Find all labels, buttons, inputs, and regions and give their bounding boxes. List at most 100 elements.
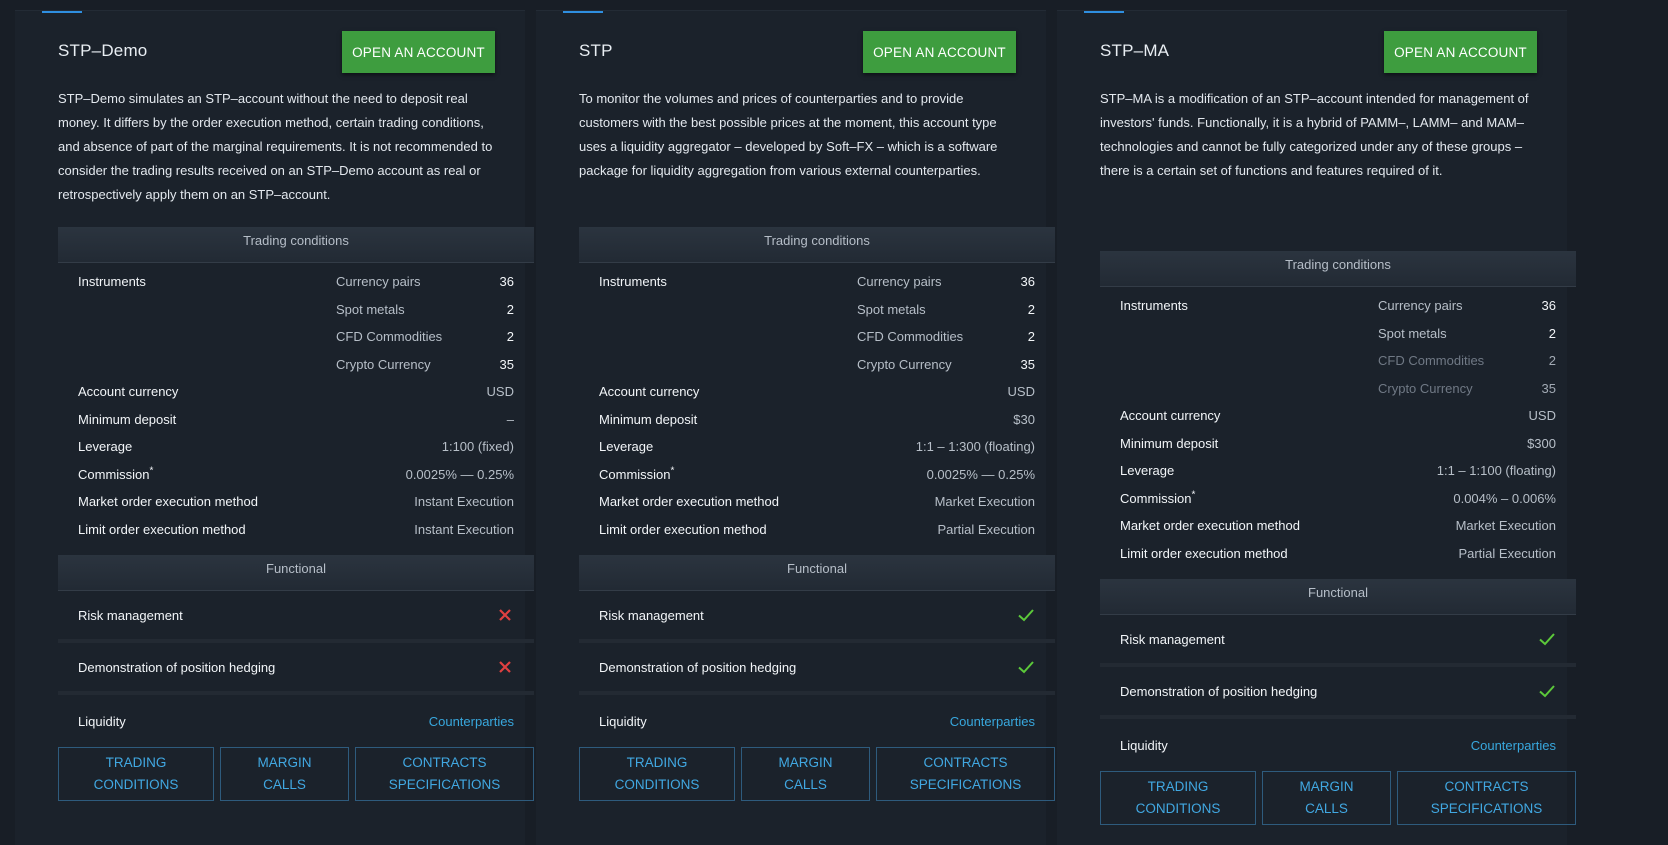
instrument-count: 36 (1541, 298, 1556, 313)
account-description: To monitor the volumes and prices of cou… (579, 91, 998, 178)
footnote-marker: * (670, 465, 675, 477)
condition-value: Partial Execution (937, 521, 1035, 537)
condition-value: $30 (1013, 411, 1035, 427)
condition-value: USD (1007, 384, 1035, 399)
instrument-count: 35 (1541, 380, 1556, 396)
condition-value: 0.0025% — 0.25% (926, 466, 1035, 482)
condition-value: – (506, 411, 514, 427)
instrument-name: CFD Commodities (1378, 353, 1485, 368)
contracts-specifications-button[interactable]: CONTRACTS SPECIFICATIONS (1397, 771, 1576, 825)
condition-row: Leverage 1:1 – 1:300 (floating) (599, 439, 1035, 467)
functional-row: Risk management (58, 591, 534, 643)
trading-conditions-button[interactable]: TRADING CONDITIONS (58, 747, 214, 801)
condition-row: Minimum deposit – (78, 412, 514, 440)
counterparties-link[interactable]: Counterparties (429, 714, 514, 729)
condition-value: 1:1 – 1:100 (floating) (1436, 463, 1556, 478)
condition-row: Minimum deposit $300 (1120, 436, 1556, 464)
card-footer-buttons: TRADING CONDITIONS MARGIN CALLS CONTRACTS S… (579, 747, 1055, 801)
trading-conditions-button[interactable]: TRADING CONDITIONS (1100, 771, 1256, 825)
open-account-button[interactable]: OPEN AN ACCOUNT (863, 31, 1016, 73)
account-description: STP–MA is a modification of an STP–accou… (1100, 91, 1529, 178)
condition-value: 1:100 (fixed) (441, 439, 514, 454)
instruments-label: Instruments (1120, 298, 1188, 313)
instrument-count: 2 (506, 329, 514, 344)
condition-value: 0.004% – 0.006% (1453, 490, 1556, 506)
condition-row: Account currency USD (599, 384, 1035, 412)
instrument-count: 2 (1027, 301, 1035, 317)
instrument-name: Crypto Currency (857, 356, 952, 372)
trading-conditions-header: Trading conditions (579, 227, 1055, 263)
footnote-marker: * (1191, 489, 1196, 501)
instrument-row: Crypto Currency 35 (1120, 381, 1556, 409)
cross-icon (496, 606, 514, 624)
condition-label: Commission* (78, 466, 336, 482)
card-footer-buttons: TRADING CONDITIONS MARGIN CALLS CONTRACTS S… (1100, 771, 1576, 825)
condition-label: Leverage (599, 439, 654, 454)
commission-label: Commission (599, 466, 671, 482)
card-footer-buttons: TRADING CONDITIONS MARGIN CALLS CONTRACTS S… (58, 747, 534, 801)
condition-value: 1:1 – 1:300 (floating) (915, 439, 1035, 454)
trading-conditions-list: Instruments Currency pairs 36 Spot metal… (1100, 287, 1576, 579)
condition-row: Market order execution method Instant Ex… (78, 494, 514, 522)
instrument-count: 36 (1020, 274, 1035, 289)
account-card: STP OPEN AN ACCOUNT To monitor the volum… (536, 10, 1055, 845)
trading-conditions-list: Instruments Currency pairs 36 Spot metal… (579, 263, 1055, 555)
instrument-row: Spot metals 2 (599, 302, 1035, 330)
contracts-specifications-button[interactable]: CONTRACTS SPECIFICATIONS (876, 747, 1055, 801)
condition-row: Account currency USD (78, 384, 514, 412)
functional-label: Demonstration of position hedging (599, 659, 797, 675)
condition-label: Commission* (1120, 489, 1378, 506)
check-icon (1017, 658, 1035, 676)
margin-calls-button[interactable]: MARGIN CALLS (1262, 771, 1391, 825)
account-card: STP–Demo OPEN AN ACCOUNT STP–Demo simula… (15, 10, 534, 845)
liquidity-label: Liquidity (1120, 737, 1168, 753)
commission-label: Commission (78, 466, 150, 482)
counterparties-link[interactable]: Counterparties (1471, 738, 1556, 753)
instrument-name: CFD Commodities (857, 329, 964, 344)
condition-row: Leverage 1:100 (fixed) (78, 439, 514, 467)
instrument-name: Crypto Currency (336, 356, 431, 372)
condition-label: Account currency (1120, 408, 1221, 423)
condition-value: Instant Execution (414, 494, 514, 509)
instrument-name: Spot metals (1378, 325, 1447, 341)
margin-calls-button[interactable]: MARGIN CALLS (220, 747, 349, 801)
instruments-label: Instruments (78, 274, 146, 289)
condition-label: Limit order execution method (1120, 545, 1288, 561)
instrument-row: Instruments Currency pairs 36 (599, 274, 1035, 302)
check-icon (1538, 682, 1556, 700)
account-card: STP–MA OPEN AN ACCOUNT STP–MA is a modif… (1057, 10, 1576, 845)
condition-row: Minimum deposit $30 (599, 412, 1035, 440)
condition-row: Commission* 0.0025% — 0.25% (599, 465, 1035, 495)
open-account-button[interactable]: OPEN AN ACCOUNT (342, 31, 495, 73)
trading-conditions-button[interactable]: TRADING CONDITIONS (579, 747, 735, 801)
contracts-specifications-button[interactable]: CONTRACTS SPECIFICATIONS (355, 747, 534, 801)
functional-label: Risk management (599, 607, 704, 623)
condition-label: Leverage (78, 439, 133, 454)
condition-value: $300 (1527, 435, 1556, 451)
open-account-button[interactable]: OPEN AN ACCOUNT (1384, 31, 1537, 73)
condition-value: Partial Execution (1458, 545, 1556, 561)
functional-row: Demonstration of position hedging (58, 643, 534, 695)
condition-value: Instant Execution (414, 521, 514, 537)
condition-label: Market order execution method (599, 494, 779, 509)
instrument-name: Spot metals (336, 301, 405, 317)
instrument-row: Instruments Currency pairs 36 (78, 274, 514, 302)
functional-label: Risk management (1120, 631, 1225, 647)
trading-conditions-list: Instruments Currency pairs 36 Spot metal… (58, 263, 534, 555)
instrument-name: Currency pairs (857, 274, 942, 289)
condition-label: Market order execution method (78, 494, 258, 509)
functional-row: Risk management (1100, 615, 1576, 667)
condition-label: Limit order execution method (78, 521, 246, 537)
condition-row: Limit order execution method Partial Exe… (599, 522, 1035, 550)
margin-calls-button[interactable]: MARGIN CALLS (741, 747, 870, 801)
functional-label: Demonstration of position hedging (1120, 683, 1318, 699)
liquidity-label: Liquidity (78, 713, 126, 729)
counterparties-link[interactable]: Counterparties (950, 714, 1035, 729)
liquidity-label: Liquidity (599, 713, 647, 729)
instrument-name: Currency pairs (1378, 298, 1463, 313)
trading-conditions-header: Trading conditions (1100, 251, 1576, 287)
instrument-name: Spot metals (857, 301, 926, 317)
condition-row: Market order execution method Market Exe… (599, 494, 1035, 522)
instrument-count: 35 (1020, 356, 1035, 372)
commission-label: Commission (1120, 490, 1192, 506)
